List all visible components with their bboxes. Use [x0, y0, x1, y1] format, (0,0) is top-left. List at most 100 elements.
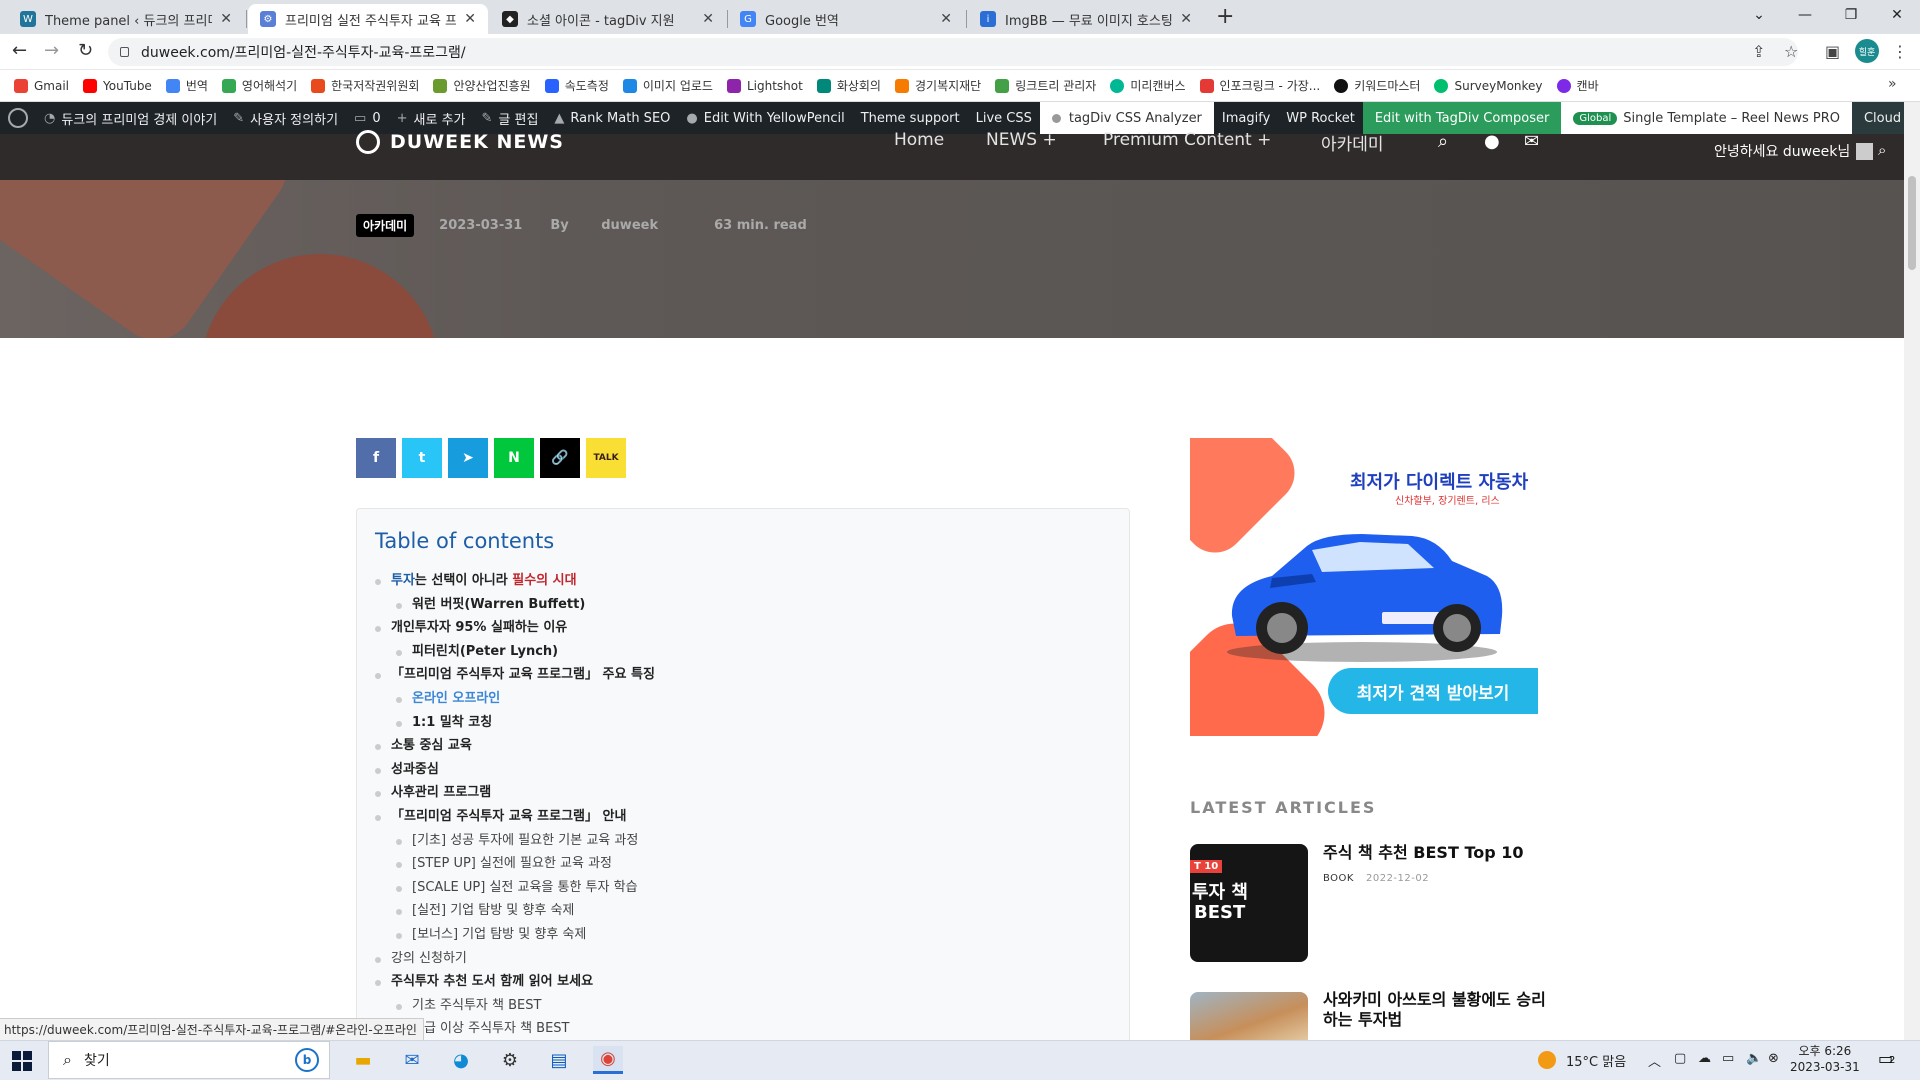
toc-item[interactable]: 강의 신청하기: [375, 947, 655, 971]
article-category[interactable]: BOOK: [1323, 873, 1354, 884]
browser-tab-3[interactable]: G Google 번역 ✕: [728, 4, 964, 34]
toc-item[interactable]: 투자는 선택이 아니라 필수의 시대: [375, 569, 655, 593]
article-title[interactable]: 주식 책 추천 BEST Top 10: [1323, 843, 1553, 863]
user-icon[interactable]: ●: [1484, 131, 1500, 152]
bookmarks-overflow-icon[interactable]: »: [1888, 76, 1897, 92]
bookmark-keyword-master[interactable]: 키워드마스터: [1334, 77, 1420, 94]
toc-item[interactable]: 성과중심: [375, 758, 655, 782]
toc-item[interactable]: 개인투자자 95% 실패하는 이유: [375, 616, 655, 640]
close-tab-icon[interactable]: ✕: [1180, 11, 1192, 27]
close-tab-icon[interactable]: ✕: [464, 11, 476, 27]
share-copy-link-button[interactable]: 🔗: [540, 438, 580, 478]
reload-icon[interactable]: ↻: [78, 40, 93, 61]
wp-logo-icon[interactable]: [0, 102, 36, 134]
back-arrow-icon[interactable]: ←: [12, 40, 27, 61]
bookmark-image-upload[interactable]: 이미지 업로드: [622, 77, 713, 94]
wp-single-template[interactable]: Global Single Template – Reel News PRO: [1561, 102, 1852, 134]
bookmark-speedtest[interactable]: 속도측정: [544, 77, 609, 94]
taskbar-clock[interactable]: 오후 6:26 2023-03-31: [1790, 1043, 1860, 1075]
file-explorer-icon[interactable]: ▬: [348, 1046, 378, 1074]
mail-icon[interactable]: ✉: [1524, 131, 1539, 152]
bookmark-anyang[interactable]: 안양산업진흥원: [433, 77, 531, 94]
maximize-button[interactable]: ❐: [1828, 0, 1874, 30]
bookmark-canva[interactable]: 캔바: [1556, 77, 1599, 94]
share-naver-button[interactable]: N: [494, 438, 534, 478]
toc-item[interactable]: 온라인 오프라인: [375, 687, 655, 711]
edge-icon[interactable]: ◕: [446, 1046, 476, 1074]
page-scrollbar[interactable]: [1904, 102, 1920, 1040]
chrome-icon[interactable]: ◉: [593, 1046, 623, 1074]
search-icon[interactable]: ⌕: [1438, 131, 1448, 152]
kebab-menu-icon[interactable]: ⋮: [1892, 42, 1908, 61]
ime-icon[interactable]: ⊗: [1768, 1051, 1779, 1066]
browser-tab-0[interactable]: W Theme panel ‹ 듀크의 프리미엄 ✕: [8, 4, 244, 34]
close-tab-icon[interactable]: ✕: [940, 11, 952, 27]
toc-item[interactable]: 「프리미엄 주식투자 교육 프로그램」 주요 특징: [375, 663, 655, 687]
article-title[interactable]: 사와카미 아쓰토의 불황에도 승리하는 투자법: [1323, 990, 1553, 1030]
sidebar-ad-banner[interactable]: 최저가 다이렉트 자동차 신차할부, 장기렌트, 리스 최저가 견적 받아보기: [1190, 438, 1546, 736]
nav-academy[interactable]: 아카데미: [1321, 130, 1384, 155]
scrollbar-thumb[interactable]: [1908, 176, 1916, 270]
article-thumbnail[interactable]: [1190, 992, 1308, 1040]
nav-premium-content[interactable]: Premium Content +: [1103, 130, 1271, 150]
windows-start-icon[interactable]: [12, 1051, 32, 1071]
new-tab-button[interactable]: +: [1216, 4, 1234, 29]
toc-item[interactable]: [보너스] 기업 탐방 및 향후 숙제: [375, 923, 655, 947]
toc-item[interactable]: [기초] 성공 투자에 필요한 기본 교육 과정: [375, 829, 655, 853]
tray-overflow-icon[interactable]: ︿: [1648, 1051, 1661, 1070]
toc-item[interactable]: [SCALE UP] 실전 교육을 통한 투자 학습: [375, 876, 655, 900]
toc-item[interactable]: [STEP UP] 실전에 필요한 교육 과정: [375, 852, 655, 876]
settings-gear-icon[interactable]: ⚙: [495, 1046, 525, 1074]
wp-tagdiv-composer[interactable]: Edit with TagDiv Composer: [1362, 102, 1562, 134]
onedrive-icon[interactable]: ☁: [1698, 1051, 1711, 1066]
toc-item[interactable]: 기초 주식투자 책 BEST: [375, 994, 655, 1018]
nav-news[interactable]: NEWS +: [986, 130, 1057, 150]
bookmark-video-call[interactable]: 화상회의: [816, 77, 881, 94]
wp-site-name[interactable]: ◔ 듀크의 프리미엄 경제 이야기: [36, 102, 225, 134]
bookmark-english[interactable]: 영어해석기: [221, 77, 297, 94]
site-logo[interactable]: DUWEEK NEWS: [356, 130, 564, 154]
toc-item[interactable]: 피터린치(Peter Lynch): [375, 640, 655, 664]
minimize-button[interactable]: —: [1782, 0, 1828, 30]
meet-now-icon[interactable]: ▢: [1674, 1051, 1686, 1066]
address-bar[interactable]: duweek.com/프리미엄-실전-주식투자-교육-프로그램/: [108, 38, 1798, 66]
bing-icon[interactable]: b: [295, 1048, 319, 1072]
bookmark-linktree[interactable]: 링크트리 관리자: [995, 77, 1096, 94]
wp-customize[interactable]: ✎ 사용자 정의하기: [225, 102, 346, 134]
nav-home[interactable]: Home: [894, 130, 944, 150]
user-greeting[interactable]: 안녕하세요 duweek님: [1714, 141, 1874, 161]
close-tab-icon[interactable]: ✕: [220, 11, 232, 27]
network-icon[interactable]: ▭: [1722, 1051, 1734, 1066]
close-window-button[interactable]: ✕: [1874, 0, 1920, 30]
mail-app-icon[interactable]: ✉: [397, 1046, 427, 1074]
browser-tab-2[interactable]: ◆ 소셜 아이콘 - tagDiv 지원 ✕: [490, 4, 726, 34]
toc-item[interactable]: [실전] 기업 탐방 및 향후 숙제: [375, 899, 655, 923]
share-facebook-button[interactable]: f: [356, 438, 396, 478]
toc-item[interactable]: 주식투자 추천 도서 함께 읽어 보세요: [375, 970, 655, 994]
bookmark-miricanvas[interactable]: 미리캔버스: [1110, 77, 1186, 94]
toc-item[interactable]: 「프리미엄 주식투자 교육 프로그램」 안내: [375, 805, 655, 829]
bookmark-copyright[interactable]: 한국저작권위원회: [311, 77, 419, 94]
category-badge[interactable]: 아카데미: [356, 214, 415, 237]
side-panel-icon[interactable]: ▣: [1825, 42, 1840, 61]
profile-avatar[interactable]: 힐훈: [1855, 39, 1879, 63]
wp-yellowpencil[interactable]: ● Edit With YellowPencil: [678, 102, 852, 134]
forward-arrow-icon[interactable]: →: [44, 40, 59, 61]
store-icon[interactable]: ▤: [544, 1046, 574, 1074]
browser-tab-1[interactable]: ⚙ 프리미엄 실전 주식투자 교육 프 ✕: [248, 4, 488, 34]
notification-icon[interactable]: ▭ 2: [1878, 1049, 1895, 1068]
share-twitter-button[interactable]: t: [402, 438, 442, 478]
toc-item[interactable]: 사후관리 프로그램: [375, 781, 655, 805]
article-thumbnail[interactable]: T 10 투자 책 BEST: [1190, 844, 1308, 962]
bookmark-lightshot[interactable]: Lightshot: [726, 78, 803, 93]
bookmark-infolink[interactable]: 인포크링크 - 가장...: [1199, 77, 1320, 94]
share-icon[interactable]: ⇪: [1752, 42, 1765, 61]
bookmark-star-icon[interactable]: ☆: [1784, 42, 1798, 61]
weather-text[interactable]: 15°C 맑음: [1566, 1051, 1626, 1070]
ad-cta-button[interactable]: 최저가 견적 받아보기: [1328, 668, 1538, 714]
bookmark-gmail[interactable]: Gmail: [14, 78, 69, 93]
header-search-icon[interactable]: ⌕: [1878, 141, 1886, 159]
share-kakao-button[interactable]: TALK: [586, 438, 626, 478]
bookmark-translate[interactable]: 번역: [165, 77, 208, 94]
bookmark-surveymonkey[interactable]: SurveyMonkey: [1434, 78, 1543, 93]
